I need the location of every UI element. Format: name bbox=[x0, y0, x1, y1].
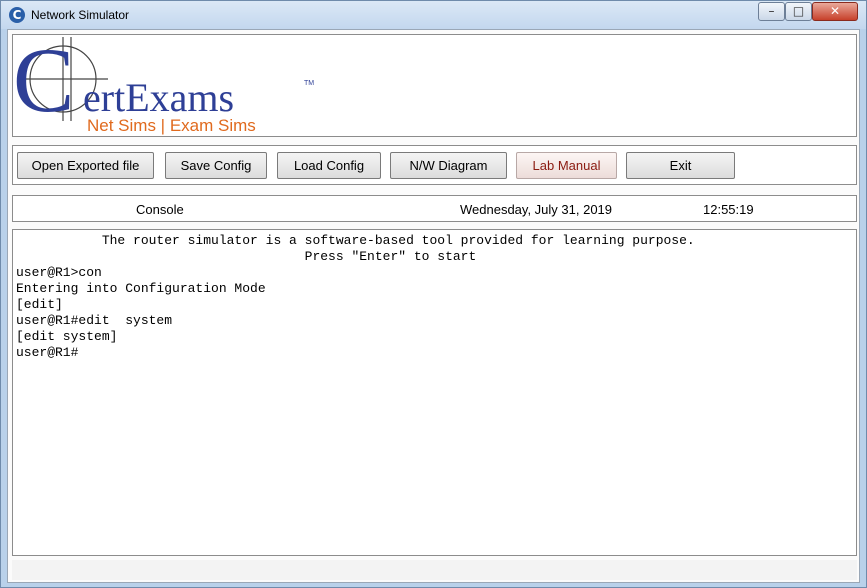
console-line: [edit] bbox=[16, 297, 63, 312]
status-time: 12:55:19 bbox=[703, 202, 754, 217]
app-window: C Network Simulator – □ ✕ C ertExams TM … bbox=[0, 0, 867, 588]
console-line: user@R1#edit system bbox=[16, 313, 173, 328]
open-exported-file-button[interactable]: Open Exported file bbox=[17, 152, 154, 179]
logo-trademark: TM bbox=[304, 80, 314, 87]
load-config-button[interactable]: Load Config bbox=[277, 152, 381, 179]
console-line: user@R1# bbox=[16, 345, 79, 360]
title-bar[interactable]: C Network Simulator – □ ✕ bbox=[1, 1, 866, 29]
console-output[interactable]: The router simulator is a software-based… bbox=[12, 229, 857, 556]
lab-manual-button[interactable]: Lab Manual bbox=[516, 152, 617, 179]
nw-diagram-button[interactable]: N/W Diagram bbox=[390, 152, 507, 179]
console-line: Press "Enter" to start bbox=[16, 249, 477, 264]
status-bar: Console Wednesday, July 31, 2019 12:55:1… bbox=[12, 195, 857, 222]
console-line: [edit system] bbox=[16, 329, 118, 344]
logo-brand-letter: C bbox=[13, 35, 74, 131]
console-line: user@R1>con bbox=[16, 265, 102, 280]
bottom-strip bbox=[12, 560, 857, 580]
console-line: The router simulator is a software-based… bbox=[16, 233, 695, 248]
app-icon[interactable]: C bbox=[9, 7, 25, 23]
console-line: Entering into Configuration Mode bbox=[16, 281, 266, 296]
maximize-button[interactable]: □ bbox=[785, 2, 812, 21]
certexams-logo: C ertExams TM Net Sims | Exam Sims bbox=[13, 29, 314, 135]
exit-button[interactable]: Exit bbox=[626, 152, 735, 179]
close-button[interactable]: ✕ bbox=[812, 2, 858, 21]
window-title: Network Simulator bbox=[31, 8, 130, 22]
logo-panel: C ertExams TM Net Sims | Exam Sims bbox=[12, 29, 857, 137]
console-text[interactable]: The router simulator is a software-based… bbox=[13, 230, 856, 361]
status-date: Wednesday, July 31, 2019 bbox=[460, 202, 613, 217]
logo-tagline: Net Sims | Exam Sims bbox=[87, 116, 256, 135]
logo-brand-text: ertExams bbox=[83, 75, 234, 120]
status-mode: Console bbox=[136, 202, 184, 217]
minimize-button[interactable]: – bbox=[758, 2, 785, 21]
client-area: C ertExams TM Net Sims | Exam Sims Open … bbox=[7, 29, 860, 583]
save-config-button[interactable]: Save Config bbox=[165, 152, 267, 179]
toolbar: Open Exported file Save Config Load Conf… bbox=[12, 145, 857, 185]
